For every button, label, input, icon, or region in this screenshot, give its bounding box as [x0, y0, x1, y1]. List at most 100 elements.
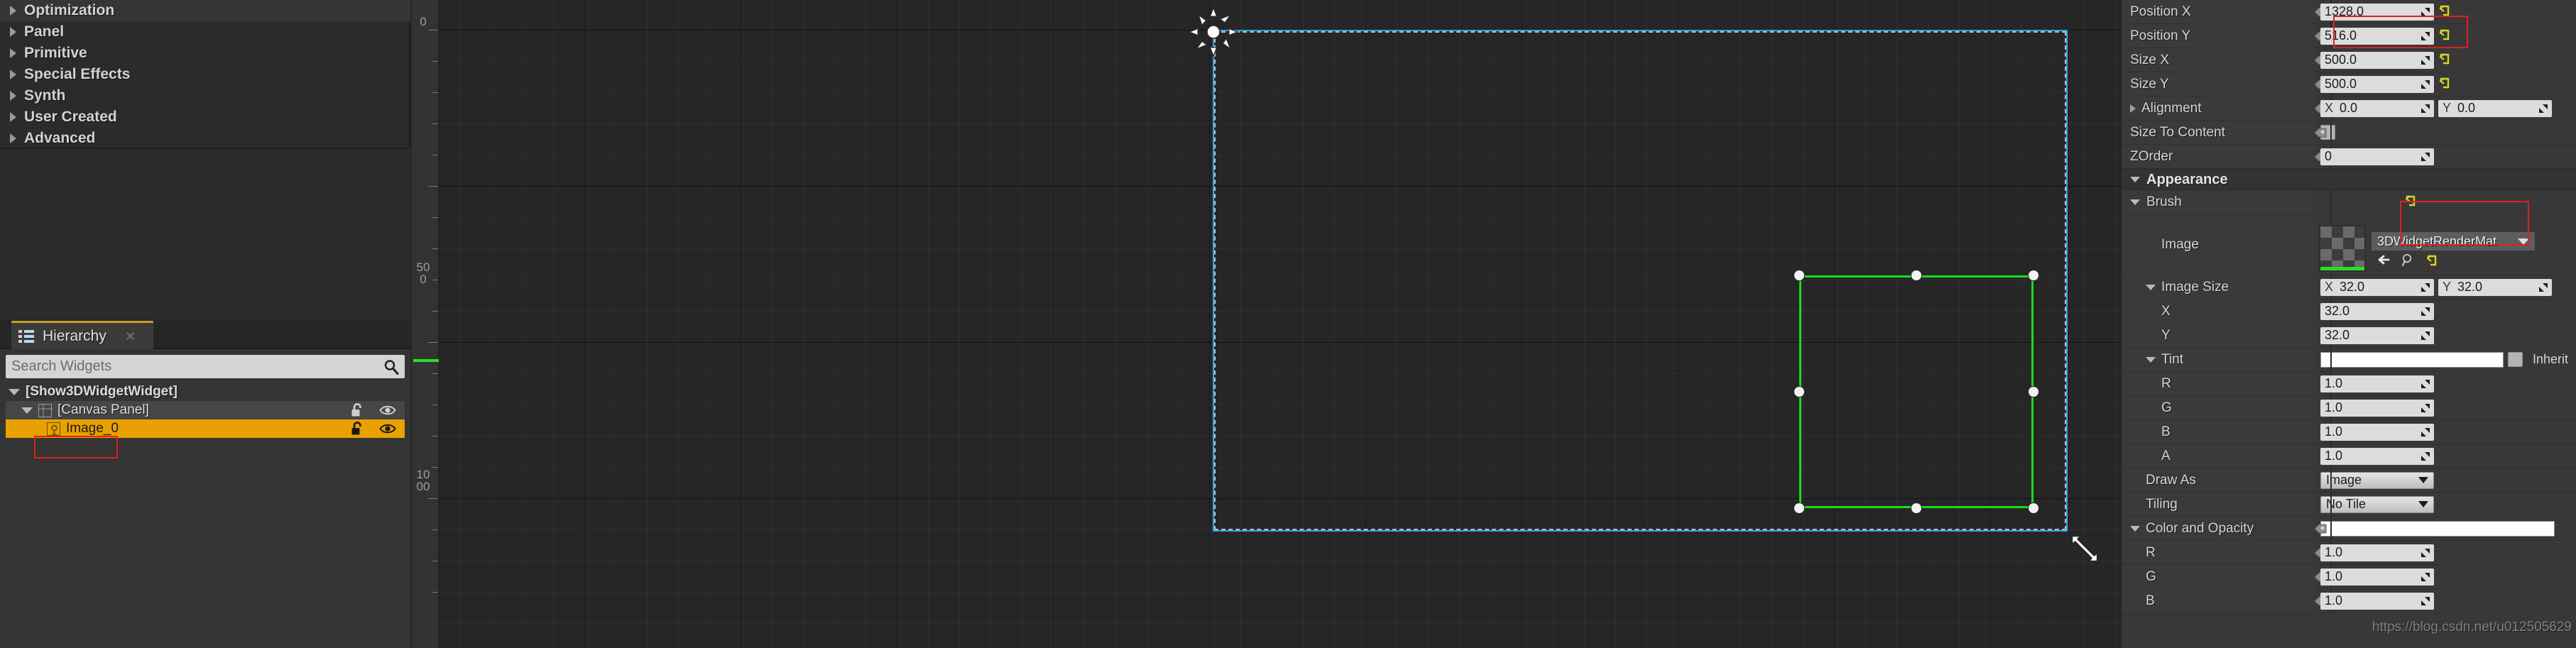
column-separator [2330, 517, 2332, 540]
tint-a-field[interactable]: 1.0 [2320, 447, 2434, 465]
close-icon[interactable]: ✕ [125, 330, 136, 343]
draw-as-dropdown[interactable]: Image [2320, 471, 2434, 489]
palette-category-advanced[interactable]: Advanced [0, 128, 410, 149]
opacity-r-field[interactable]: 1.0 [2320, 544, 2434, 561]
image-size-x-sub-field[interactable]: 32.0 [2320, 302, 2434, 320]
chevron-down-icon[interactable] [2146, 356, 2156, 363]
color-and-opacity-swatch[interactable] [2320, 520, 2555, 537]
search-widgets-box[interactable] [6, 355, 405, 378]
chevron-down-icon[interactable] [2518, 238, 2529, 245]
tree-item-image_0[interactable]: Image_0 [6, 419, 405, 438]
palette-category-synth[interactable]: Synth [0, 85, 410, 106]
tint-g-field[interactable]: 1.0 [2320, 399, 2434, 417]
resize-handle-bottom-right[interactable] [2029, 503, 2039, 513]
column-separator [2330, 190, 2332, 214]
tiling-dropdown[interactable]: No Tile [2320, 495, 2434, 513]
chevron-right-icon[interactable] [2130, 104, 2136, 113]
chevron-down-icon[interactable] [2130, 199, 2140, 205]
chevron-down-icon[interactable] [21, 407, 33, 414]
chevron-down-icon[interactable] [2146, 284, 2156, 290]
alignment-y-field[interactable]: Y 0.0 [2438, 99, 2552, 117]
tint-inherit-checkbox[interactable] [2508, 352, 2523, 367]
revert-icon[interactable] [2438, 4, 2451, 19]
numeric-field-size-y[interactable]: 500.0 [2320, 75, 2434, 93]
palette-category-label: Primitive [24, 45, 87, 61]
alignment-x-field[interactable]: X 0.0 [2320, 99, 2434, 117]
palette-category-optimization[interactable]: Optimization [0, 0, 410, 21]
search-icon[interactable] [383, 359, 399, 375]
eye-icon[interactable] [379, 402, 396, 418]
revert-icon[interactable] [2438, 28, 2451, 43]
property-row-size-to-content: Size To Content [2122, 121, 2576, 145]
palette-category-user-created[interactable]: User Created [0, 106, 410, 128]
resize-handle-middle-right[interactable] [2029, 387, 2039, 397]
chevron-down-icon[interactable] [2130, 525, 2140, 532]
anchor-flower-icon[interactable] [1187, 6, 1240, 58]
chevron-right-icon[interactable] [10, 48, 16, 58]
revert-icon[interactable] [2438, 53, 2451, 67]
resize-handle-top-left[interactable] [1794, 270, 1804, 280]
unlock-icon[interactable] [349, 421, 366, 436]
palette-category-primitive[interactable]: Primitive [0, 43, 410, 64]
numeric-field-zorder[interactable]: 0 [2320, 148, 2434, 165]
tint-r-field[interactable]: 1.0 [2320, 375, 2434, 392]
details-panel[interactable]: Position X 1328.0 Position Y 516.0 Size X 500… [2122, 0, 2576, 648]
chevron-right-icon[interactable] [10, 70, 16, 79]
property-value: No Tile [2315, 493, 2576, 516]
palette-category-panel[interactable]: Panel [0, 21, 410, 43]
image-widget-bounds[interactable] [1799, 275, 2034, 508]
numeric-field-position-y[interactable]: 516.0 [2320, 27, 2434, 45]
numeric-field-position-x[interactable]: 1328.0 [2320, 3, 2434, 21]
browse-icon[interactable] [2374, 253, 2390, 270]
resize-handle-top-center[interactable] [1911, 270, 1921, 280]
chevron-right-icon[interactable] [10, 112, 16, 122]
ruler-tick [432, 217, 438, 218]
chevron-down-icon[interactable] [2418, 501, 2428, 507]
palette-category-label: Optimization [24, 2, 115, 18]
chevron-right-icon[interactable] [10, 27, 16, 37]
chevron-down-icon[interactable] [9, 388, 20, 395]
chevron-right-icon[interactable] [10, 6, 16, 16]
resize-handle-top-right[interactable] [2029, 270, 2039, 280]
image-asset-combo[interactable]: 3DWidgetRenderMat [2372, 232, 2535, 251]
revert-icon[interactable] [2425, 254, 2438, 269]
search-input[interactable] [11, 358, 383, 375]
asset-thumbnail[interactable] [2319, 225, 2366, 272]
tab-hierarchy[interactable]: Hierarchy ✕ [11, 321, 153, 349]
opacity-g-field[interactable]: 1.0 [2320, 568, 2434, 586]
tree-item-show3dwidgetwidget[interactable]: [Show3DWidgetWidget] [6, 383, 405, 401]
property-row-tint: Tint Inherit [2122, 348, 2576, 372]
hierarchy-panel: Hierarchy ✕ [Show3DWidgetWidget] [Canvas … [0, 319, 410, 648]
property-row-image-size-x: X 32.0 [2122, 300, 2576, 324]
tint-b-field[interactable]: 1.0 [2320, 423, 2434, 441]
revert-icon[interactable] [2438, 77, 2451, 92]
image-size-x-field[interactable]: X 32.0 [2320, 278, 2434, 296]
unlock-icon[interactable] [349, 402, 366, 418]
list-icon [18, 329, 34, 344]
chevron-right-icon[interactable] [10, 133, 16, 143]
asset-name: 3DWidgetRenderMat [2377, 234, 2497, 248]
bind-pin-icon[interactable] [2313, 522, 2327, 535]
image-size-y-field[interactable]: Y 32.0 [2438, 278, 2552, 296]
opacity-b-field[interactable]: 1.0 [2320, 592, 2434, 610]
chevron-down-icon[interactable] [2418, 477, 2428, 483]
chevron-right-icon[interactable] [10, 91, 16, 101]
property-label: Tint [2122, 348, 2315, 371]
ruler-tick [432, 311, 438, 312]
chevron-down-icon[interactable] [2130, 177, 2140, 182]
image-size-y-sub-field[interactable]: 32.0 [2320, 326, 2434, 344]
numeric-field-size-x[interactable]: 500.0 [2320, 51, 2434, 69]
palette-category-special-effects[interactable]: Special Effects [0, 64, 410, 85]
tint-color-swatch[interactable] [2320, 351, 2504, 368]
resize-handle-middle-left[interactable] [1794, 387, 1804, 397]
category-appearance[interactable]: Appearance [2122, 169, 2576, 190]
resize-handle-bottom-center[interactable] [1911, 503, 1921, 513]
property-value: 1.0 [2315, 420, 2576, 444]
revert-icon[interactable] [2404, 194, 2417, 209]
bind-pin-icon[interactable] [2313, 126, 2327, 139]
resize-handle-bottom-left[interactable] [1794, 503, 1804, 513]
tree-item-canvas-panel[interactable]: [Canvas Panel] [6, 401, 405, 419]
magnifier-icon[interactable] [2400, 253, 2416, 270]
eye-icon[interactable] [379, 421, 396, 436]
designer-viewport[interactable]: 0 500 1000 [412, 0, 2122, 648]
